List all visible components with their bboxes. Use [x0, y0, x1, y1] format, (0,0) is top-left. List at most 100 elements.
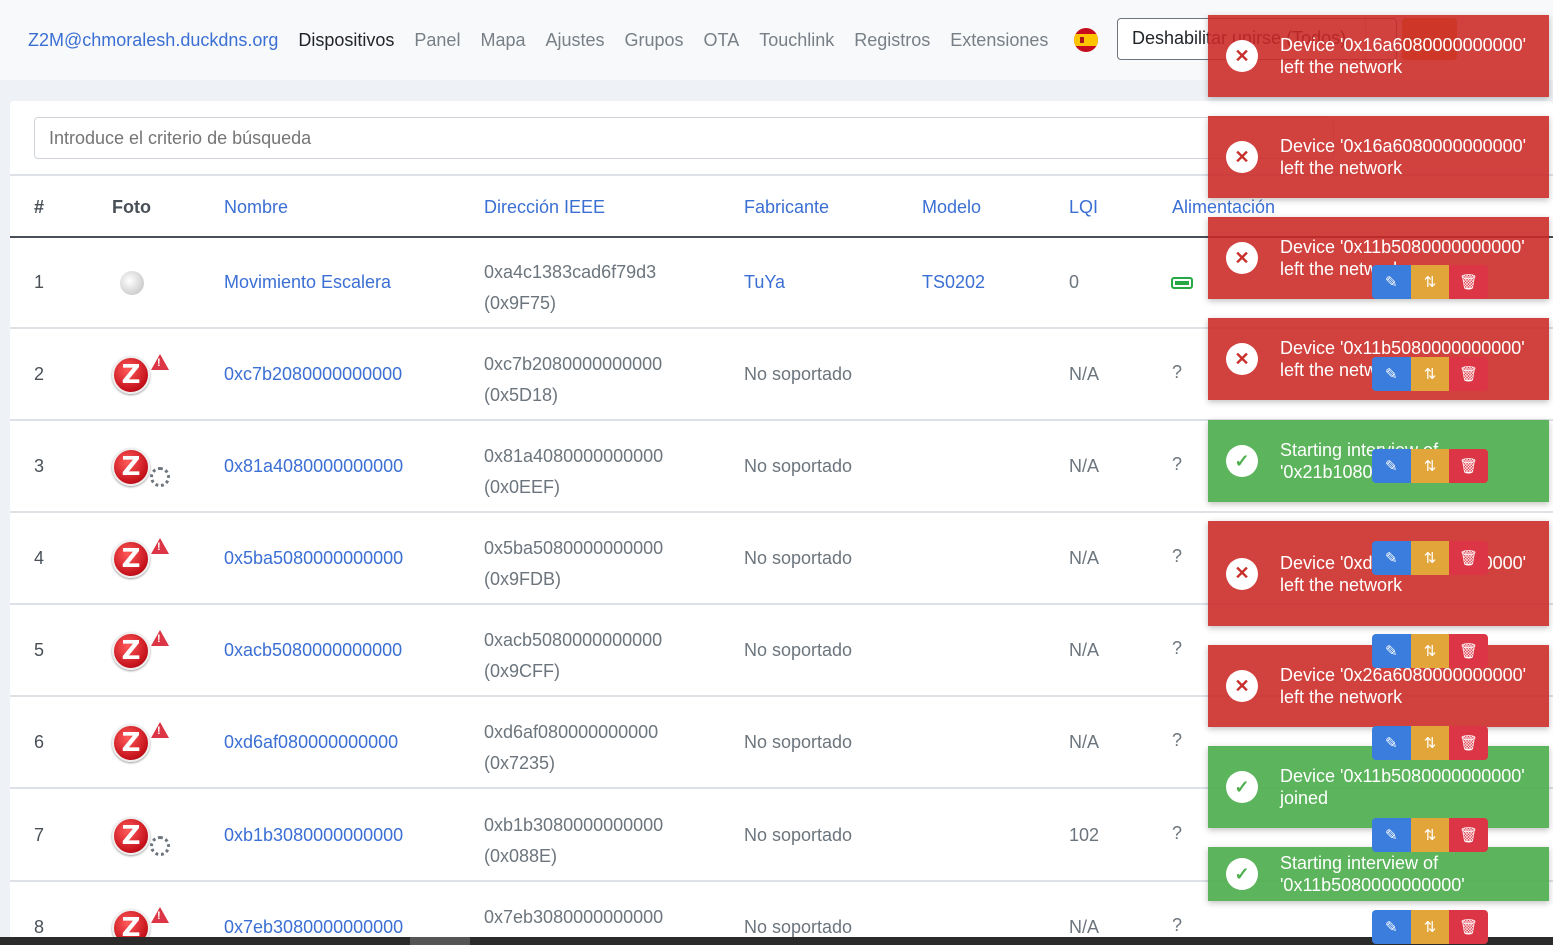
retweet-icon[interactable]: ⇅ — [1410, 449, 1450, 483]
manufacturer: No soportado — [744, 640, 853, 660]
col-header-ieee[interactable]: Dirección IEEE — [484, 197, 605, 218]
device-name-link[interactable]: 0x7eb3080000000000 — [224, 917, 403, 938]
retweet-icon[interactable]: ⇅ — [1410, 265, 1450, 299]
power-unknown: ? — [1172, 454, 1183, 474]
spain-flag-icon[interactable] — [1074, 28, 1099, 52]
row-number: 8 — [34, 917, 45, 937]
trash-icon[interactable]: 🗑 — [1449, 818, 1488, 852]
manufacturer: No soportado — [744, 825, 853, 845]
lqi-value: N/A — [1069, 917, 1100, 937]
lqi-value: N/A — [1069, 456, 1100, 476]
device-name-link[interactable]: 0x5ba5080000000000 — [224, 548, 403, 569]
trash-icon[interactable]: 🗑 — [1449, 634, 1488, 668]
ieee-value: 0xacb5080000000000 — [484, 630, 663, 650]
nwk-address: (0x0EEF) — [484, 477, 561, 497]
power-unknown: ? — [1172, 362, 1183, 382]
zigbee-logo-icon: Z — [112, 632, 150, 670]
col-header-name[interactable]: Nombre — [224, 197, 288, 218]
device-name-link[interactable]: 0xacb5080000000000 — [224, 640, 402, 661]
device-name-link[interactable]: Movimiento Escalera — [224, 272, 391, 293]
nav-touchlink[interactable]: Touchlink — [759, 30, 834, 51]
nav-extensiones[interactable]: Extensiones — [950, 30, 1048, 51]
manufacturer: No soportado — [744, 732, 853, 752]
row-number: 4 — [34, 548, 45, 568]
trash-icon[interactable]: 🗑 — [1449, 910, 1488, 944]
nav-ajustes[interactable]: Ajustes — [545, 30, 604, 51]
brand-link[interactable]: Z2M@chmoralesh.duckdns.org — [28, 30, 278, 51]
edit-icon[interactable]: ✎ — [1372, 541, 1411, 575]
device-name-link[interactable]: 0xd6af080000000000 — [224, 732, 398, 753]
nav-mapa[interactable]: Mapa — [480, 30, 525, 51]
device-name-link[interactable]: 0xc7b2080000000000 — [224, 364, 402, 385]
retweet-icon[interactable]: ⇅ — [1410, 910, 1450, 944]
retweet-icon[interactable]: ⇅ — [1410, 818, 1450, 852]
zigbee-logo-icon: Z — [112, 448, 150, 486]
search-input[interactable] — [34, 117, 1334, 159]
retweet-icon[interactable]: ⇅ — [1410, 726, 1450, 760]
retweet-icon[interactable]: ⇅ — [1410, 634, 1450, 668]
success-toast[interactable]: ✓ Starting interview of '0x11b5080000000… — [1208, 847, 1549, 901]
horizontal-scrollbar[interactable] — [0, 937, 1553, 945]
times-circle-icon: ✕ — [1226, 242, 1258, 274]
row-number: 2 — [34, 364, 45, 384]
nwk-address: (0x7235) — [484, 753, 556, 773]
col-header-manufacturer[interactable]: Fabricante — [744, 197, 829, 218]
trash-icon[interactable]: 🗑 — [1449, 726, 1488, 760]
edit-icon[interactable]: ✎ — [1372, 357, 1411, 391]
trash-icon[interactable]: 🗑 — [1449, 449, 1488, 483]
edit-icon[interactable]: ✎ — [1372, 910, 1411, 944]
ieee-value: 0x7eb3080000000000 — [484, 907, 664, 927]
row-actions: ✎ ⇅ 🗑 — [1372, 726, 1488, 760]
power-unknown: ? — [1172, 915, 1183, 935]
col-header-model[interactable]: Modelo — [922, 197, 981, 218]
warning-icon — [151, 538, 169, 554]
warning-icon — [151, 354, 169, 370]
times-circle-icon: ✕ — [1226, 40, 1258, 72]
ieee-address: 0xacb5080000000000 (0x9CFF) — [484, 625, 662, 687]
lqi-value: N/A — [1069, 732, 1100, 752]
ieee-address: 0x5ba5080000000000 (0x9FDB) — [484, 533, 663, 595]
ieee-address: 0x81a4080000000000 (0x0EEF) — [484, 441, 663, 503]
retweet-icon[interactable]: ⇅ — [1410, 357, 1450, 391]
row-number: 1 — [34, 272, 45, 292]
manufacturer[interactable]: TuYa — [744, 272, 785, 293]
ieee-address: 0xc7b2080000000000 (0x5D18) — [484, 349, 662, 411]
device-name-link[interactable]: 0x81a4080000000000 — [224, 456, 403, 477]
nwk-address: (0x9CFF) — [484, 661, 560, 681]
row-number: 3 — [34, 456, 45, 476]
check-circle-icon: ✓ — [1226, 771, 1258, 803]
error-toast[interactable]: ✕ Device '0x16a6080000000000' left the n… — [1208, 15, 1549, 97]
model-link[interactable]: TS0202 — [922, 272, 985, 293]
manufacturer: No soportado — [744, 917, 853, 937]
edit-icon[interactable]: ✎ — [1372, 634, 1411, 668]
ieee-value: 0xb1b3080000000000 — [484, 815, 664, 835]
col-header-lqi[interactable]: LQI — [1069, 197, 1098, 218]
nav-registros[interactable]: Registros — [854, 30, 930, 51]
trash-icon[interactable]: 🗑 — [1449, 357, 1488, 391]
col-header-power[interactable]: Alimentación — [1172, 197, 1275, 218]
toast-message: Device '0x16a6080000000000' left the net… — [1280, 136, 1527, 178]
lqi-value: 0 — [1069, 272, 1080, 292]
scrollbar-thumb[interactable] — [410, 937, 470, 945]
times-circle-icon: ✕ — [1226, 670, 1258, 702]
warning-icon — [151, 722, 169, 738]
device-name-link[interactable]: 0xb1b3080000000000 — [224, 825, 403, 846]
nav-grupos[interactable]: Grupos — [625, 30, 684, 51]
retweet-icon[interactable]: ⇅ — [1410, 541, 1450, 575]
row-number: 6 — [34, 732, 45, 752]
interview-spinner-icon — [150, 836, 170, 856]
nav-ota[interactable]: OTA — [704, 30, 740, 51]
edit-icon[interactable]: ✎ — [1372, 818, 1411, 852]
error-toast[interactable]: ✕ Device '0x16a6080000000000' left the n… — [1208, 116, 1549, 198]
row-actions: ✎ ⇅ 🗑 — [1372, 449, 1488, 483]
nav-dispositivos[interactable]: Dispositivos — [298, 30, 394, 51]
edit-icon[interactable]: ✎ — [1372, 726, 1411, 760]
lqi-value: N/A — [1069, 548, 1100, 568]
col-header-photo: Foto — [112, 197, 151, 217]
trash-icon[interactable]: 🗑 — [1449, 265, 1488, 299]
edit-icon[interactable]: ✎ — [1372, 449, 1411, 483]
row-actions: ✎ ⇅ 🗑 — [1372, 541, 1488, 575]
edit-icon[interactable]: ✎ — [1372, 265, 1411, 299]
trash-icon[interactable]: 🗑 — [1449, 541, 1488, 575]
nav-panel[interactable]: Panel — [414, 30, 460, 51]
